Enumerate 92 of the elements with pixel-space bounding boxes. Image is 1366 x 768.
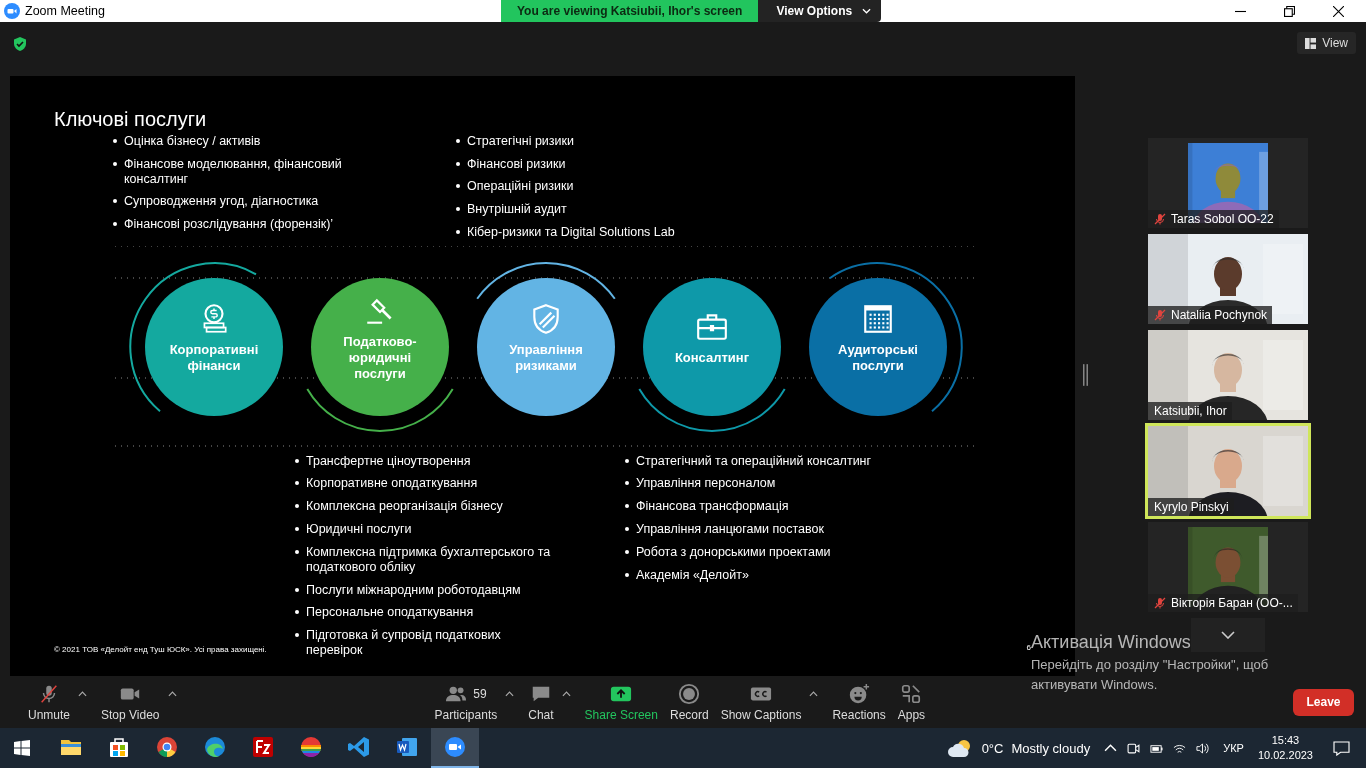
smiley-plus-icon (848, 682, 871, 705)
taskbar-app[interactable] (431, 728, 479, 768)
video-tile[interactable]: Вікторія Баран (ОО-... (1148, 522, 1308, 612)
bullet-item: Трансфертне ціноутворення (292, 453, 556, 469)
shopping-bag-icon (107, 735, 131, 759)
bullet-item: Корпоративне оподаткування (292, 476, 556, 492)
slide-title: Ключові послуги (53, 107, 208, 132)
wave-browser-icon (203, 735, 227, 759)
bullet-item: Юридичні послуги (292, 522, 556, 537)
caret-up-icon[interactable] (167, 690, 177, 697)
participant-name: Nataliia Pochynok (1171, 308, 1268, 322)
sharing-banner: You are viewing Katsiubii, Ihor's screen (501, 0, 759, 22)
bullet-item: Підготовка й супровід податкових перевірок (292, 628, 556, 659)
code-editor-icon (347, 735, 371, 759)
rainbow-circle-icon (299, 735, 323, 759)
view-button[interactable]: View (1297, 32, 1356, 54)
caret-up-icon[interactable] (78, 690, 88, 697)
restore-icon[interactable] (1284, 5, 1295, 17)
word-document-icon (395, 735, 419, 759)
close-icon[interactable] (1333, 5, 1344, 17)
participant-count: 59 (473, 686, 487, 701)
caret-up-icon[interactable] (505, 690, 515, 697)
unmute-button[interactable]: Unmute (22, 682, 77, 722)
bullet-item: Академія «Делойт» (622, 567, 886, 583)
service-label: Управління ризиками (508, 342, 584, 374)
participant-name: Taras Sobol OO-22 (1171, 212, 1274, 226)
participants-button[interactable]: 59 Participants (428, 682, 504, 722)
bullet-item: Комплексна підтримка бухгалтерського та податкового обліку (292, 544, 556, 575)
zoom-logo-icon (4, 3, 20, 19)
caret-up-icon[interactable] (809, 690, 819, 697)
chat-button[interactable]: Chat (522, 682, 560, 722)
video-tile[interactable]: Katsiubii, Ihor (1148, 330, 1308, 420)
fz-app-icon (251, 735, 275, 759)
participant-name: Вікторія Баран (ОО-... (1171, 596, 1293, 610)
service-label: Аудиторські послуги (837, 342, 919, 374)
weather-condition[interactable]: Mostly cloudy (1011, 740, 1091, 756)
weather-temperature[interactable]: 0°C (981, 740, 1004, 756)
bullet-item: Оцінка бізнесу / активів (110, 134, 356, 149)
bullet-item: Фінансове моделювання, фінансовий консалтинг (110, 156, 356, 187)
video-tile[interactable]: Nataliia Pochynok (1148, 234, 1308, 324)
speaker-icon[interactable] (1196, 741, 1210, 755)
bullet-item: Стратегічний та операційний консалтинг (622, 453, 886, 469)
clock[interactable]: 15:43 10.02.2023 (1257, 733, 1313, 763)
service-label: Податково-юридичні послуги (342, 334, 418, 382)
bullet-item: Фінансові розслідування (форензік)’ (110, 217, 356, 233)
building-icon (861, 302, 895, 336)
bullet-item: Внутрішній аудит (453, 202, 699, 218)
input-language[interactable]: УКР (1223, 742, 1244, 754)
record-button[interactable]: Record (664, 682, 715, 722)
page-number: 6 (1026, 643, 1031, 654)
activation-title: Активація Windows (1031, 632, 1191, 653)
caret-up-icon[interactable] (561, 690, 571, 697)
notifications-icon[interactable] (1333, 740, 1350, 756)
captions-button[interactable]: Show Captions (714, 682, 808, 722)
service-label: Корпоративні фінанси (168, 342, 260, 374)
record-icon (678, 682, 701, 705)
leave-button[interactable]: Leave (1293, 688, 1354, 716)
apps-icon (900, 682, 923, 705)
windows-start-icon[interactable] (14, 740, 30, 756)
bullet-item: Робота з донорськими проектами (622, 544, 886, 560)
bullet-item: Супроводження угод, діагностика (110, 194, 356, 210)
bullet-item: Персональне оподаткування (292, 605, 556, 621)
shield-check-icon[interactable] (12, 36, 28, 52)
bullet-item: Стратегічні ризики (453, 134, 699, 149)
service-label: Консалтинг (673, 350, 751, 366)
resize-handle-icon[interactable] (1083, 362, 1088, 388)
bullet-item: Кібер-ризики та Digital Solutions Lab (453, 224, 699, 240)
bullet-item: Фінансова трансформація (622, 499, 886, 515)
chevron-down-icon (1221, 631, 1235, 639)
reactions-button[interactable]: Reactions (826, 682, 892, 722)
bullet-item: Комплексна реорганізація бізнесу (292, 499, 556, 515)
activation-text: Перейдіть до розділу "Настройки", щоб активувати Windows. (1031, 656, 1270, 694)
video-tile[interactable]: Taras Sobol OO-22 (1148, 138, 1308, 228)
window-title: Zoom Meeting (25, 4, 105, 18)
participant-name: Katsiubii, Ihor (1154, 404, 1227, 418)
caret-icon (862, 8, 872, 14)
share-screen-button[interactable]: Share Screen (578, 682, 664, 722)
stop-video-button[interactable]: Stop Video (95, 682, 166, 722)
meet-now-icon[interactable] (1127, 741, 1141, 755)
participant-name: Kyrylo Pinskyi (1154, 500, 1229, 514)
bullet-item: Управління персоналом (622, 476, 886, 492)
layout-icon (1305, 37, 1317, 49)
bullet-item: Управління ланцюгами поставок (622, 522, 886, 537)
apps-button[interactable]: Apps (891, 682, 932, 722)
bullet-item: Послуги міжнародним роботодавцям (292, 582, 556, 598)
video-tile[interactable]: Kyrylo Pinskyi (1148, 426, 1308, 516)
bullet-item: Фінансові ризики (453, 156, 699, 172)
bullet-item: Операційні ризики (453, 179, 699, 195)
copyright-text: © 2021 ТОВ «Делойт енд Туш ЮСК». Усі права захищені. (54, 645, 267, 654)
camera-app-icon (443, 735, 467, 759)
browser-ball-icon (155, 735, 179, 759)
view-options-button[interactable]: View Options (758, 0, 882, 22)
